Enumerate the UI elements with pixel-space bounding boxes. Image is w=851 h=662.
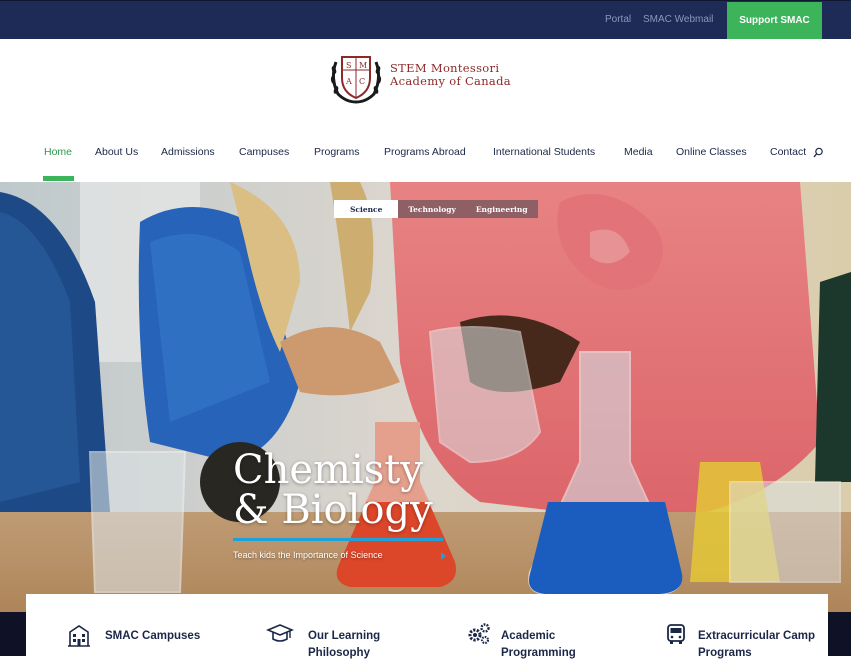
hero-tab-science[interactable]: Science <box>334 200 399 218</box>
feature-label-camp: Extracurricular Camp Programs <box>698 628 815 662</box>
hero-tab-technology[interactable]: Technology <box>398 200 466 218</box>
gears-icon <box>468 623 490 645</box>
svg-text:A: A <box>345 77 352 86</box>
hero-image <box>0 182 851 612</box>
feature-label-campuses: SMAC Campuses <box>105 628 200 645</box>
logo-line-2: Academy of Canada <box>390 74 511 88</box>
nav-contact[interactable]: Contact <box>770 146 806 158</box>
nav-programs[interactable]: Programs <box>314 146 360 158</box>
top-bar: Portal SMAC Webmail Support SMAC <box>0 0 851 39</box>
hero-title-line-2: & Biology <box>233 487 433 533</box>
nav-online-classes[interactable]: Online Classes <box>676 146 747 158</box>
nav-campuses[interactable]: Campuses <box>239 146 289 158</box>
bus-icon <box>667 624 685 644</box>
svg-text:M: M <box>359 61 367 70</box>
graduation-cap-icon <box>266 624 294 642</box>
feature-label-philosophy: Our Learning Philosophy <box>308 628 380 662</box>
portal-link[interactable]: Portal <box>605 14 631 25</box>
feature-label-line-1: Academic <box>501 630 556 642</box>
webmail-link[interactable]: SMAC Webmail <box>643 14 713 25</box>
support-smac-button[interactable]: Support SMAC <box>727 2 822 39</box>
hero-slider <box>0 182 851 612</box>
nav-admissions[interactable]: Admissions <box>161 146 215 158</box>
search-icon[interactable] <box>813 147 823 159</box>
feature-label-line-2: Programs <box>698 647 752 659</box>
hero-tabs: Science Technology Engineering <box>334 200 538 218</box>
nav-about-us[interactable]: About Us <box>95 146 138 158</box>
feature-label-line-2: Philosophy <box>308 647 370 659</box>
active-nav-indicator <box>43 176 74 181</box>
logo-wordmark: STEM Montessori Academy of Canada <box>390 62 511 88</box>
feature-label-line-2: Programming <box>501 647 576 659</box>
feature-label-line-1: Extracurricular Camp <box>698 630 815 642</box>
nav-home[interactable]: Home <box>44 146 72 158</box>
feature-cards: SMAC Campuses Our Learning Philosophy Ac… <box>26 594 828 659</box>
feature-label-academic: Academic Programming <box>501 628 576 662</box>
building-icon <box>68 625 90 647</box>
site-logo[interactable]: S M A C STEM Montessori Academy of Canad… <box>328 52 528 106</box>
hero-title: Chemisty & Biology <box>233 450 433 530</box>
hero-subtitle: Teach kids the Importance of Science <box>233 550 383 560</box>
main-nav: Home About Us Admissions Campuses Progra… <box>0 138 851 182</box>
svg-text:S: S <box>346 61 351 70</box>
hero-arrow-icon[interactable] <box>441 552 446 560</box>
hero-title-line-1: Chemisty <box>233 447 423 493</box>
hero-divider <box>233 538 443 541</box>
nav-programs-abroad[interactable]: Programs Abroad <box>384 146 466 158</box>
nav-international-students[interactable]: International Students <box>493 146 595 158</box>
nav-media[interactable]: Media <box>624 146 653 158</box>
crest-logo-icon: S M A C <box>330 56 382 104</box>
feature-label-line-1: SMAC Campuses <box>105 630 201 642</box>
svg-text:C: C <box>359 77 365 86</box>
feature-label-line-1: Our Learning <box>308 630 381 642</box>
hero-tab-engineering[interactable]: Engineering <box>465 200 538 218</box>
